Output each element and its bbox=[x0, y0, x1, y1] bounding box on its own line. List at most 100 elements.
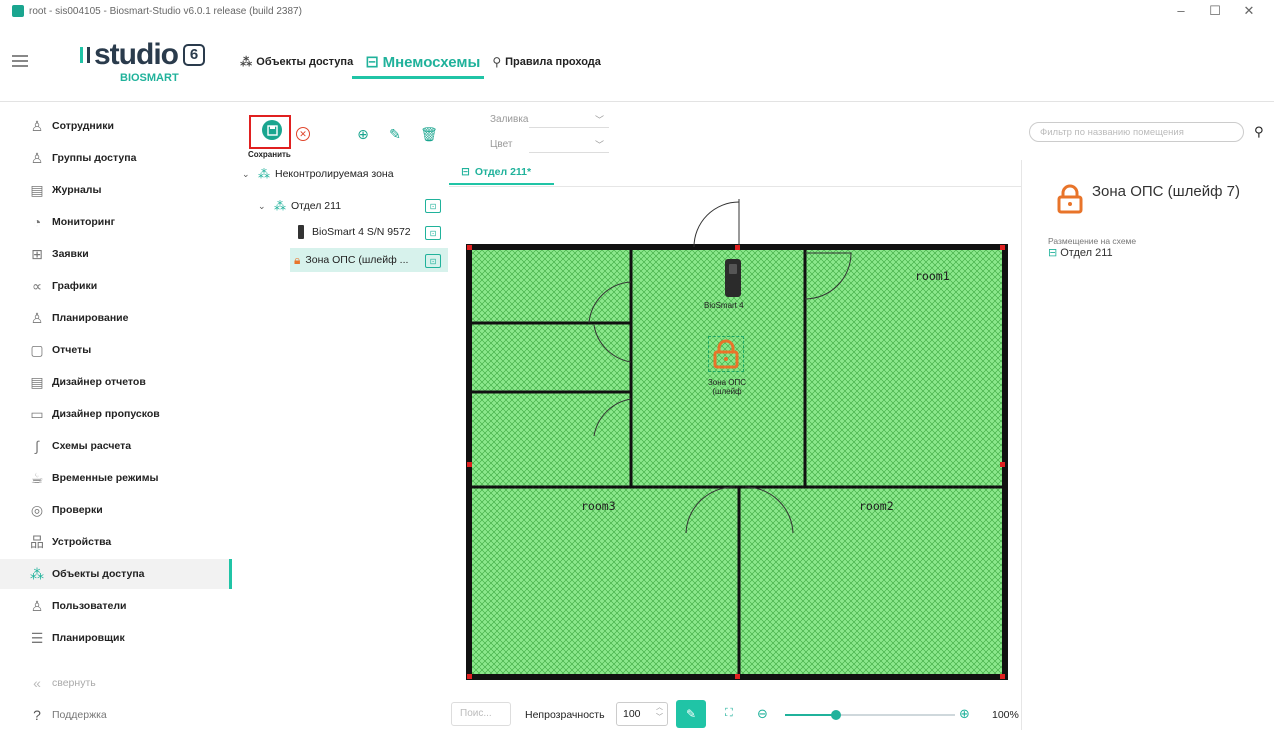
plan-link-icon[interactable]: ⊡ bbox=[425, 199, 441, 213]
save-button[interactable] bbox=[262, 120, 282, 140]
logo: studio 6 BIOSMART bbox=[80, 40, 205, 84]
report-designer-icon: ▤ bbox=[30, 373, 44, 390]
edit-button[interactable]: ✎ bbox=[384, 123, 406, 145]
zoom-slider-fill bbox=[785, 714, 836, 716]
room-label: room3 bbox=[581, 499, 616, 513]
edit-icon: ✎ bbox=[389, 125, 401, 142]
tree-node-label: Неконтролируемая зона bbox=[275, 168, 394, 180]
sidebar-item-calc-schemes[interactable]: ∫ Схемы расчета bbox=[0, 431, 232, 461]
planning-icon: ♙ bbox=[30, 309, 44, 326]
sidebar-item-label: Временные режимы bbox=[52, 472, 159, 484]
draw-button[interactable]: ✎ bbox=[676, 700, 706, 728]
logo-bars-icon bbox=[80, 47, 90, 63]
room-filter-input[interactable]: Фильтр по названию помещения bbox=[1029, 122, 1244, 142]
close-button[interactable]: ✕ bbox=[1232, 0, 1266, 22]
tree-node-department[interactable]: ⌄ ⁂ Отдел 211 bbox=[258, 194, 448, 218]
fill-label: Заливка bbox=[490, 113, 529, 125]
sidebar-item-reports[interactable]: ▢ Отчеты bbox=[0, 335, 232, 365]
sidebar-collapse[interactable]: « свернуть bbox=[0, 668, 232, 698]
tree-node-label: BioSmart 4 S/N 9572 bbox=[312, 226, 411, 238]
sidebar-item-access-objects[interactable]: ⁂ Объекты доступа bbox=[0, 559, 232, 589]
sidebar-item-time-modes[interactable]: ☕ Временные режимы bbox=[0, 463, 232, 493]
floor-plan-canvas[interactable]: room1 room2 room3 BioSmart 4 Зона ОПС (ш… bbox=[449, 187, 1021, 697]
sidebar-item-label: Пользователи bbox=[52, 600, 127, 612]
sidebar-item-employees[interactable]: ♙ Сотрудники bbox=[0, 111, 232, 141]
tab-label: Правила прохода bbox=[505, 56, 601, 68]
sidebar-support[interactable]: ? Поддержка bbox=[0, 700, 232, 730]
collapse-label: свернуть bbox=[52, 677, 96, 689]
calc-scheme-icon: ∫ bbox=[35, 438, 39, 454]
tree-node-root[interactable]: ⌄ ⁂ Неконтролируемая зона bbox=[242, 162, 442, 186]
fit-screen-icon[interactable]: ⛶ bbox=[725, 707, 733, 720]
chevron-down-icon: ﹀ bbox=[594, 139, 604, 150]
sidebar-item-requests[interactable]: ⊞ Заявки bbox=[0, 239, 232, 269]
network-icon: ⁂ bbox=[258, 167, 270, 181]
sidebar-item-users[interactable]: ♙ Пользователи bbox=[0, 591, 232, 621]
tab-mnemoschemes[interactable]: ⊟ Мнемосхемы bbox=[365, 52, 480, 72]
main-tabs: ⁂ Объекты доступа ⊟ Мнемосхемы ⚲ Правила… bbox=[240, 52, 613, 72]
sidebar-item-label: Группы доступа bbox=[52, 152, 137, 164]
app-header: studio 6 BIOSMART ⁂ Объекты доступа ⊟ Мн… bbox=[0, 22, 1274, 102]
tab-plan-department[interactable]: ⊟ Отдел 211* bbox=[449, 161, 554, 185]
tab-label: Мнемосхемы bbox=[382, 53, 481, 71]
sidebar-item-journals[interactable]: ▤ Журналы bbox=[0, 175, 232, 205]
opacity-stepper[interactable]: 100 ︿ ﹀ bbox=[616, 702, 668, 726]
fill-dropdown[interactable]: Заливка ﹀ bbox=[490, 110, 610, 128]
add-button[interactable]: ⊕ bbox=[352, 123, 374, 145]
pen-icon: ✎ bbox=[685, 707, 697, 721]
app-icon bbox=[12, 5, 24, 17]
user-icon: ♙ bbox=[30, 597, 44, 614]
sidebar-item-label: Проверки bbox=[52, 504, 103, 516]
sidebar-item-monitoring[interactable]: ◔ Мониторинг bbox=[0, 207, 232, 237]
room-label: room2 bbox=[859, 499, 894, 513]
zoom-in-icon[interactable]: ⊕ bbox=[959, 706, 970, 722]
time-mode-icon: ☕ bbox=[30, 469, 44, 486]
alarm-zone-marker[interactable] bbox=[708, 336, 744, 372]
sidebar-item-label: Планировщик bbox=[52, 632, 125, 644]
monitor-icon: ◔ bbox=[32, 214, 42, 230]
color-dropdown[interactable]: Цвет ﹀ bbox=[490, 135, 610, 153]
sidebar-item-graphs[interactable]: ∝ Графики bbox=[0, 271, 232, 301]
zoom-slider-knob[interactable] bbox=[831, 710, 841, 720]
device-map-label: BioSmart 4 bbox=[704, 301, 744, 310]
tab-access-objects[interactable]: ⁂ Объекты доступа bbox=[240, 55, 353, 69]
sidebar-item-checks[interactable]: ◎ Проверки bbox=[0, 495, 232, 525]
sidebar-item-label: Журналы bbox=[52, 184, 102, 196]
tree-node-label: Зона ОПС (шлейф ... bbox=[305, 254, 409, 266]
floppy-icon bbox=[266, 124, 278, 136]
sidebar-item-devices[interactable]: 品 Устройства bbox=[0, 527, 232, 557]
reader-marker[interactable] bbox=[725, 259, 741, 297]
sidebar-item-label: Устройства bbox=[52, 536, 112, 548]
sidebar-item-report-designer[interactable]: ▤ Дизайнер отчетов bbox=[0, 367, 232, 397]
search-icon[interactable]: ⚲ bbox=[1254, 124, 1264, 140]
person-icon: ♙ bbox=[30, 117, 44, 134]
plan-link-icon[interactable]: ⊡ bbox=[425, 226, 441, 240]
sidebar-item-pass-designer[interactable]: ▭ Дизайнер пропусков bbox=[0, 399, 232, 429]
sidebar-item-label: Заявки bbox=[52, 248, 89, 260]
plan-icon: ⊟ bbox=[461, 166, 470, 178]
zoom-out-icon[interactable]: ⊖ bbox=[757, 706, 768, 722]
double-chevron-left-icon: « bbox=[33, 675, 41, 691]
maximize-button[interactable]: ☐ bbox=[1198, 0, 1232, 22]
sidebar-item-label: Мониторинг bbox=[52, 216, 115, 228]
sidebar-item-planning[interactable]: ♙ Планирование bbox=[0, 303, 232, 333]
lock-icon: 🔒︎ bbox=[294, 252, 301, 267]
plan-search-input[interactable]: Поис... bbox=[451, 702, 511, 726]
sidebar-item-label: Отчеты bbox=[52, 344, 92, 356]
stepper-arrows-icon[interactable]: ︿ ﹀ bbox=[656, 703, 663, 723]
plan-link-icon[interactable]: ⊡ bbox=[425, 254, 441, 268]
editor-toolbar: Сохранить ✕ ⊕ ✎ 🗑 Заливка ﹀ Цвет ﹀ bbox=[240, 108, 1020, 160]
cancel-button[interactable]: ✕ bbox=[296, 127, 310, 141]
minimize-button[interactable]: – bbox=[1164, 0, 1198, 22]
sidebar-item-access-groups[interactable]: ♙ Группы доступа bbox=[0, 143, 232, 173]
object-tree: ⌄ ⁂ Неконтролируемая зона ⌄ ⁂ Отдел 211 … bbox=[232, 160, 448, 730]
sidebar-item-label: Дизайнер пропусков bbox=[52, 408, 160, 420]
tab-label: Объекты доступа bbox=[256, 56, 354, 68]
delete-button[interactable]: 🗑 bbox=[418, 123, 440, 145]
placement-link[interactable]: ⊟ Отдел 211 bbox=[1048, 246, 1113, 260]
tab-pass-rules[interactable]: ⚲ Правила прохода bbox=[492, 55, 601, 69]
zoom-slider[interactable] bbox=[785, 710, 955, 720]
trash-icon: 🗑 bbox=[420, 125, 438, 142]
sidebar-item-scheduler[interactable]: ☰ Планировщик bbox=[0, 623, 232, 653]
menu-icon[interactable] bbox=[12, 55, 28, 67]
